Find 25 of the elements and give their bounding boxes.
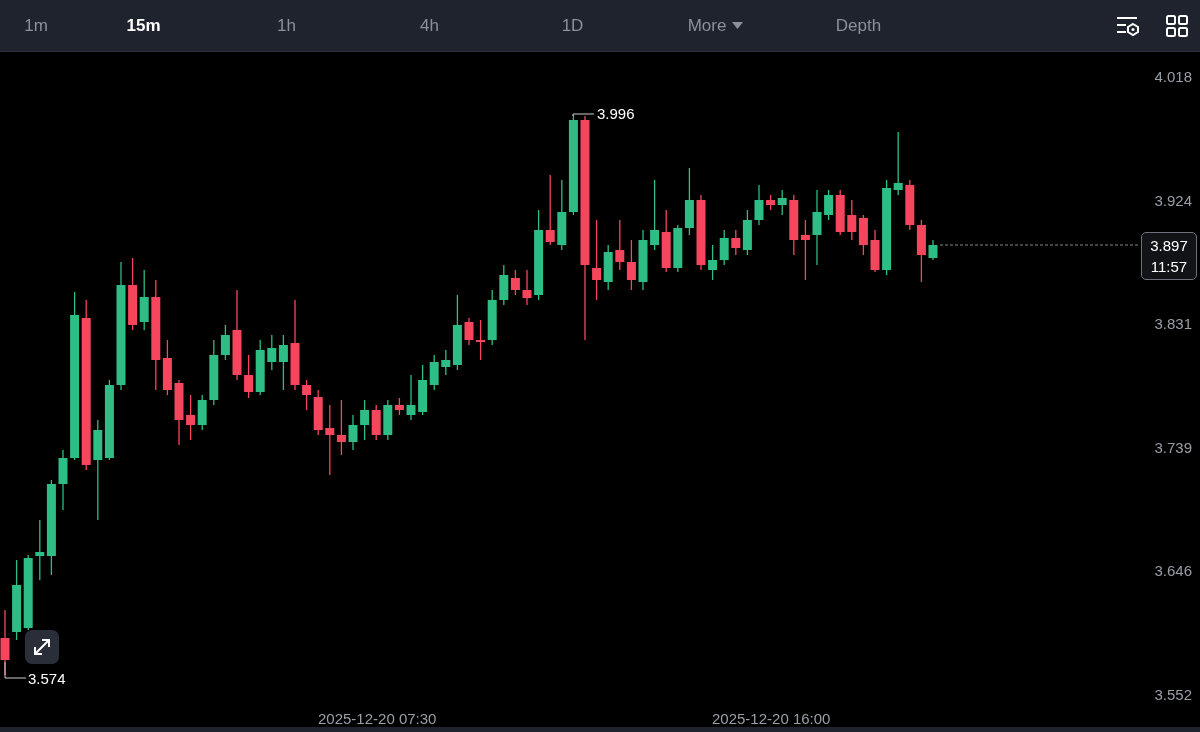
chart-settings-icon[interactable]: [1116, 14, 1140, 37]
price-axis-label: 4.018: [1154, 68, 1192, 85]
leader-line: [4, 661, 27, 679]
timeframe-tab[interactable]: Depth: [787, 9, 930, 42]
timeframe-tab[interactable]: 1m: [0, 9, 72, 42]
timeframe-tab[interactable]: 1h: [215, 9, 358, 42]
price-axis-label: 3.646: [1154, 562, 1192, 580]
time-axis-label: 2025-12-20 16:00: [712, 710, 831, 727]
time-axis-label: 2025-12-20 07:30: [318, 710, 437, 727]
expand-button[interactable]: [25, 630, 59, 664]
low-price-label: 3.574: [28, 670, 66, 687]
leader-line: [572, 113, 595, 117]
timeframe-tab[interactable]: 15m: [72, 9, 215, 42]
grid-icon[interactable]: [1166, 14, 1188, 37]
caret-icon: [732, 22, 744, 29]
expand-icon: [31, 636, 53, 658]
current-price-tag: 3.897 11:57: [1141, 232, 1197, 280]
price-axis-label: 3.739: [1154, 438, 1192, 456]
timeframe-tab[interactable]: 4h: [358, 9, 501, 42]
high-price-label: 3.996: [597, 105, 635, 122]
price-axis-label: 3.552: [1154, 686, 1192, 703]
price-axis-label: 3.831: [1154, 315, 1192, 333]
timeframe-tab[interactable]: 1D: [501, 9, 644, 42]
dropdown-button[interactable]: More: [644, 9, 787, 42]
price-axis-label: 3.924: [1154, 191, 1192, 209]
